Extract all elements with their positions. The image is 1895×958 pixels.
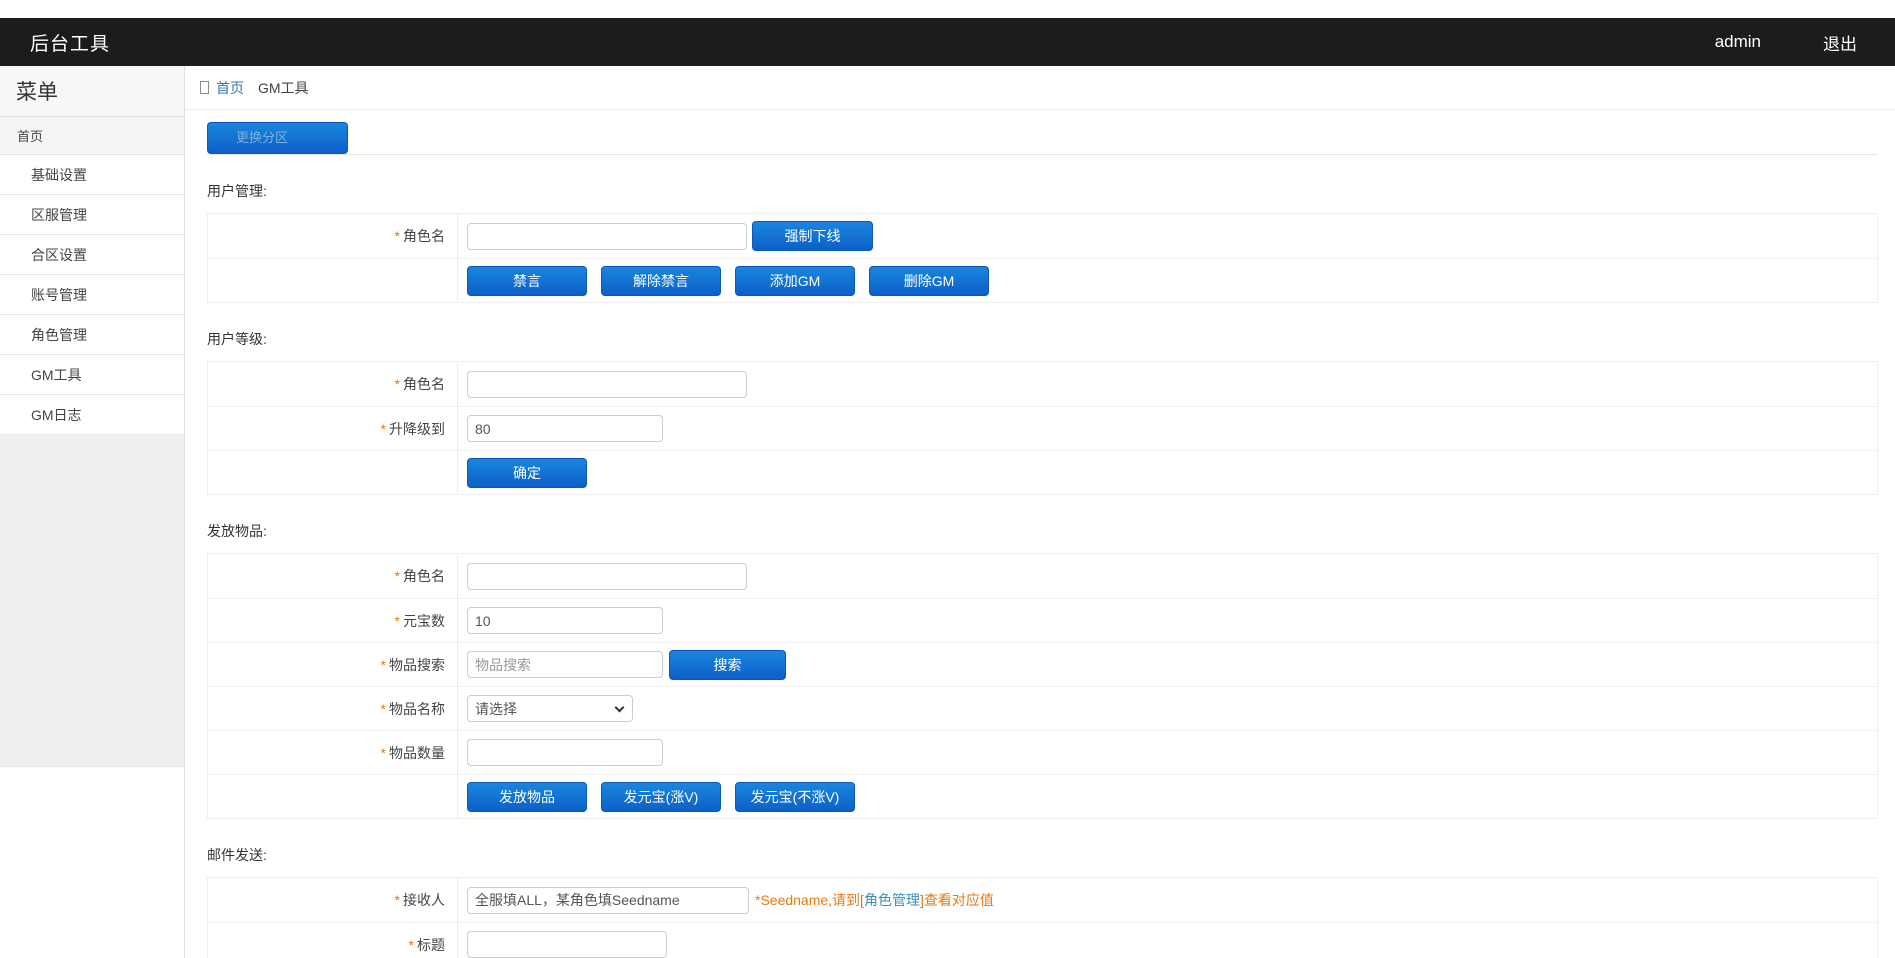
sidebar-item-basic-settings[interactable]: 基础设置 <box>0 155 184 195</box>
um-role-name-input[interactable] <box>467 222 747 250</box>
sidebar-item-account-manage[interactable]: 账号管理 <box>0 275 184 315</box>
required-marker: * <box>394 612 400 629</box>
item-search-label: 物品搜索 <box>389 656 445 673</box>
role-name-label: 角色名 <box>403 376 445 392</box>
breadcrumb-home-icon <box>200 81 209 94</box>
table-row: * 物品搜索 搜索 <box>208 642 1877 686</box>
logout-link[interactable]: 退出 <box>1823 30 1857 55</box>
table-row: * 标题 <box>208 922 1877 958</box>
receiver-input[interactable] <box>467 886 749 914</box>
table-row: * 物品数量 <box>208 730 1877 774</box>
search-button[interactable]: 搜索 <box>669 649 786 680</box>
section-title: 邮件发送: <box>207 847 267 863</box>
required-marker: * <box>380 700 386 717</box>
breadcrumb-current: GM工具 <box>258 79 309 96</box>
sidebar-item-home[interactable]: 首页 <box>0 117 184 155</box>
required-marker: * <box>408 936 414 953</box>
breadcrumb: 首页 GM工具 <box>185 66 1895 110</box>
receiver-label: 接收人 <box>403 892 445 908</box>
required-marker: * <box>380 420 386 437</box>
sidebar-title: 菜单 <box>0 66 184 117</box>
sidebar-filler <box>0 435 184 767</box>
delete-gm-button[interactable]: 删除GM <box>869 265 989 296</box>
section-user-manage: 用户管理: * 角色名 强制下线 禁言 解除禁言 添加GM 删除GM <box>207 181 1878 303</box>
section-title: 发放物品: <box>207 523 267 539</box>
table-row: * 接收人 *Seedname,请到[角色管理]查看对应值 <box>208 878 1877 922</box>
sidebar: 菜单 首页 基础设置 区服管理 合区设置 账号管理 角色管理 GM工具 GM日志 <box>0 66 185 958</box>
ul-role-name-input[interactable] <box>467 370 747 398</box>
item-qty-label: 物品数量 <box>389 744 445 761</box>
gi-role-name-input[interactable] <box>467 562 747 590</box>
table-row: * 元宝数 <box>208 598 1877 642</box>
current-user[interactable]: admin <box>1715 32 1761 52</box>
section-give-items: 发放物品: * 角色名 * 元宝数 10 * 物品搜索 物品搜索 搜索 * 物品… <box>207 521 1878 819</box>
zone-tab-row: 更换分区 <box>207 122 1878 155</box>
item-name-label: 物品名称 <box>389 700 445 717</box>
switch-zone-button[interactable]: 更换分区 <box>207 122 348 154</box>
give-yuanbao-novip-button[interactable]: 发元宝(不涨V) <box>735 781 855 812</box>
level-to-input[interactable] <box>467 415 663 442</box>
give-item-button[interactable]: 发放物品 <box>467 781 587 812</box>
required-marker: * <box>380 656 386 673</box>
required-marker: * <box>394 892 400 908</box>
table-row: * 升降级到 <box>208 406 1877 450</box>
seedname-hint: *Seedname,请到[角色管理]查看对应值 <box>755 892 994 908</box>
main-content: 首页 GM工具 更换分区 用户管理: * 角色名 强制下线 禁言 解除禁言 添加… <box>185 66 1895 958</box>
table-row: * 角色名 强制下线 <box>208 214 1877 258</box>
table-row: * 角色名 <box>208 362 1877 406</box>
top-navbar: 后台工具 admin 退出 <box>0 18 1895 66</box>
level-to-label: 升降级到 <box>389 420 445 437</box>
yuanbao-count-label: 元宝数 <box>403 612 445 629</box>
sidebar-item-server-manage[interactable]: 区服管理 <box>0 195 184 235</box>
required-marker: * <box>394 568 400 584</box>
required-marker: * <box>394 376 400 392</box>
app-title: 后台工具 <box>30 33 111 55</box>
table-row: 发放物品 发元宝(涨V) 发元宝(不涨V) <box>208 774 1877 818</box>
item-qty-input[interactable] <box>467 739 663 766</box>
role-name-label: 角色名 <box>403 568 445 584</box>
top-strip <box>0 0 1895 18</box>
required-marker: * <box>394 228 400 244</box>
add-gm-button[interactable]: 添加GM <box>735 265 855 296</box>
sidebar-item-gm-tools[interactable]: GM工具 <box>0 355 184 395</box>
item-name-select[interactable]: 请选择 <box>467 695 633 722</box>
mute-button[interactable]: 禁言 <box>467 265 587 296</box>
table-row: * 角色名 <box>208 554 1877 598</box>
item-search-input[interactable] <box>467 651 663 678</box>
table-row: 确定 <box>208 450 1877 494</box>
section-mail-send: 邮件发送: * 接收人 *Seedname,请到[角色管理]查看对应值 <box>207 845 1878 958</box>
mail-subject-input[interactable] <box>467 931 667 958</box>
confirm-button[interactable]: 确定 <box>467 457 587 488</box>
section-user-level: 用户等级: * 角色名 * 升降级到 80 确定 <box>207 329 1878 495</box>
yuanbao-count-input[interactable] <box>467 607 663 634</box>
section-title: 用户管理: <box>207 183 267 199</box>
give-yuanbao-vip-button[interactable]: 发元宝(涨V) <box>601 781 721 812</box>
unmute-button[interactable]: 解除禁言 <box>601 265 721 296</box>
sidebar-item-merge-settings[interactable]: 合区设置 <box>0 235 184 275</box>
breadcrumb-home-link[interactable]: 首页 <box>216 78 244 98</box>
sidebar-item-gm-logs[interactable]: GM日志 <box>0 395 184 435</box>
sidebar-item-role-manage[interactable]: 角色管理 <box>0 315 184 355</box>
role-manage-hint-link[interactable]: 角色管理 <box>864 892 920 908</box>
required-marker: * <box>380 744 386 761</box>
section-title: 用户等级: <box>207 331 267 347</box>
table-row: 禁言 解除禁言 添加GM 删除GM <box>208 258 1877 302</box>
mail-subject-label: 标题 <box>417 936 445 953</box>
force-offline-button[interactable]: 强制下线 <box>752 221 873 251</box>
role-name-label: 角色名 <box>403 228 445 244</box>
table-row: * 物品名称 请选择 <box>208 686 1877 730</box>
